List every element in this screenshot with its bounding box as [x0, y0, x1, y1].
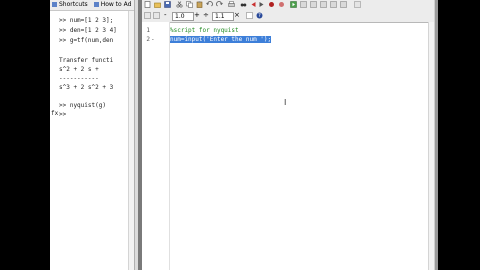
cut-icon[interactable] [176, 1, 183, 8]
new-file-icon[interactable] [144, 1, 151, 8]
text-cursor-icon: I [284, 98, 287, 107]
forward-icon[interactable] [258, 1, 265, 8]
shortcuts-bar: Shortcuts How to Ad [50, 0, 134, 11]
command-line-fraction-bar: ----------- [59, 75, 99, 82]
command-window[interactable]: >> num=[1 2 3]; >> den=[1 2 3 4] >> g=tf… [50, 0, 134, 270]
divide-label[interactable]: ÷ [203, 11, 209, 20]
command-line-nyquist: >> nyquist(g) [59, 102, 106, 109]
code-line-2-selected[interactable]: num=input('Enter the num '); [170, 36, 272, 43]
cell-value-field-2[interactable]: 1.1 [212, 12, 234, 21]
paste-icon[interactable] [196, 1, 203, 8]
breakpoint-clear-icon[interactable] [278, 1, 285, 8]
code-line-1[interactable]: %script for nyquist [170, 27, 239, 34]
screen-border [438, 0, 480, 270]
svg-text:?: ? [258, 13, 261, 19]
command-line-1: >> num=[1 2 3]; [59, 17, 114, 24]
exit-debug-icon[interactable] [340, 1, 347, 8]
command-line-numerator: s^2 + 2 s + [59, 66, 99, 73]
command-line-3: >> g=tf(num,den [59, 37, 114, 44]
editor-window[interactable]: - 1.0 + ÷ 1.1 × ? 1 2 - %script for nyqu… [142, 0, 435, 270]
step-in-icon[interactable] [310, 1, 317, 8]
line-number-2: 2 [146, 36, 150, 43]
cell-eval-icon[interactable] [144, 12, 151, 19]
cell-options-icon[interactable] [246, 12, 253, 19]
back-icon[interactable] [250, 1, 257, 8]
minus-label[interactable]: - [164, 11, 167, 20]
line-number-1: 1 [146, 27, 150, 34]
step-out-icon[interactable] [320, 1, 327, 8]
command-line-2: >> den=[1 2 3 4] [59, 27, 117, 34]
howto-icon [93, 2, 99, 7]
times-label[interactable]: × [234, 11, 240, 20]
open-file-icon[interactable] [154, 1, 161, 8]
command-line-denominator: s^3 + 2 s^2 + 3 [59, 84, 114, 91]
help-icon[interactable]: ? [256, 12, 263, 19]
undo-icon[interactable] [206, 1, 213, 8]
copy-icon[interactable] [186, 1, 193, 8]
howto-link[interactable]: How to Ad [101, 0, 132, 10]
breakpoint-icon[interactable] [268, 1, 275, 8]
line-marker-2[interactable]: - [151, 36, 155, 43]
plus-label[interactable]: + [194, 11, 200, 20]
cell-eval-advance-icon[interactable] [153, 12, 160, 19]
cell-value-field-1[interactable]: 1.0 [172, 12, 194, 21]
shortcuts-icon [52, 2, 57, 7]
fx-prompt-icon: fx [51, 110, 59, 117]
step-icon[interactable] [300, 1, 307, 8]
command-line-transfer: Transfer functi [59, 57, 114, 64]
redo-icon[interactable] [216, 1, 223, 8]
command-prompt[interactable]: >> [59, 111, 66, 118]
line-number-gutter: 1 2 - [142, 22, 170, 270]
save-icon[interactable] [164, 1, 171, 8]
code-editor[interactable]: %script for nyquist num=input('Enter the… [170, 22, 434, 270]
stack-icon[interactable] [354, 1, 361, 8]
print-icon[interactable] [228, 1, 235, 8]
continue-icon[interactable] [330, 1, 337, 8]
shortcuts-link[interactable]: Shortcuts [59, 0, 88, 10]
find-icon[interactable] [240, 1, 247, 8]
run-icon[interactable] [290, 1, 297, 8]
